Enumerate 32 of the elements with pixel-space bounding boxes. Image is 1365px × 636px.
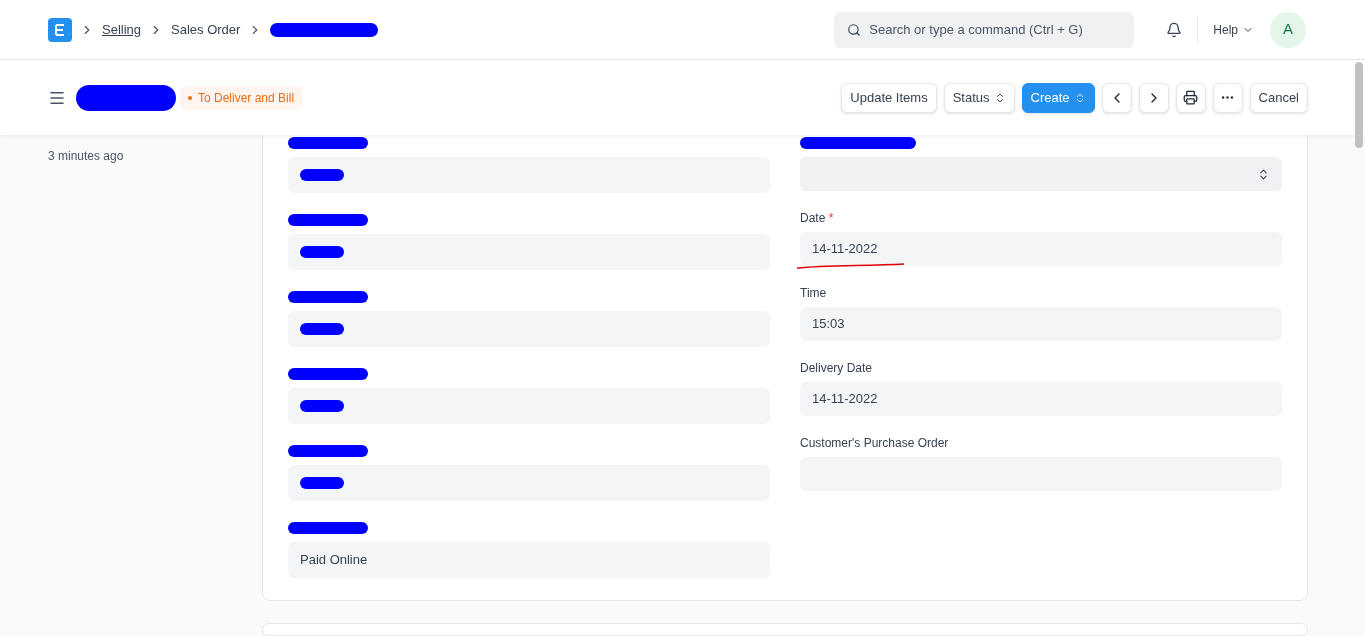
- status-indicator: To Deliver and Bill: [180, 85, 303, 110]
- input-field[interactable]: [288, 388, 770, 424]
- previous-button[interactable]: [1101, 82, 1132, 113]
- next-button[interactable]: [1138, 82, 1169, 113]
- breadcrumb-link[interactable]: Sales Order: [171, 19, 241, 40]
- field-label: Time: [800, 285, 827, 302]
- printer-icon: [1183, 90, 1199, 105]
- input-field[interactable]: [288, 465, 770, 501]
- help-menu-button[interactable]: Help: [1213, 20, 1254, 39]
- user-avatar[interactable]: A: [1270, 11, 1306, 48]
- input-field[interactable]: Paid Online: [288, 542, 770, 578]
- input-field[interactable]: [288, 311, 770, 347]
- search-icon: [847, 22, 862, 37]
- field-label: Delivery Date: [800, 360, 873, 377]
- field-label: Date *: [800, 210, 834, 227]
- select-field[interactable]: [800, 157, 1282, 191]
- toolbar-button[interactable]: Update Items: [841, 82, 937, 113]
- breadcrumb-link[interactable]: Selling: [102, 19, 142, 40]
- toolbar-button[interactable]: Cancel: [1249, 82, 1308, 113]
- app-logo: [48, 17, 72, 42]
- status-dropdown-button[interactable]: Status: [943, 82, 1015, 113]
- scrollbar[interactable]: [1355, 62, 1363, 148]
- input-field[interactable]: [288, 234, 770, 270]
- activity-timestamp: 3 minutes ago: [48, 149, 124, 163]
- notification-bell-icon[interactable]: [1166, 21, 1183, 38]
- input-field[interactable]: 14-11-2022: [800, 382, 1282, 416]
- search-field[interactable]: Search or type a command (Ctrl + G): [834, 11, 1135, 48]
- field-label: Customer's Purchase Order: [800, 435, 949, 452]
- input-field[interactable]: 15:03: [800, 307, 1282, 341]
- caret-icon: [1257, 167, 1270, 181]
- input-field[interactable]: [288, 157, 770, 193]
- print-button[interactable]: [1175, 82, 1206, 113]
